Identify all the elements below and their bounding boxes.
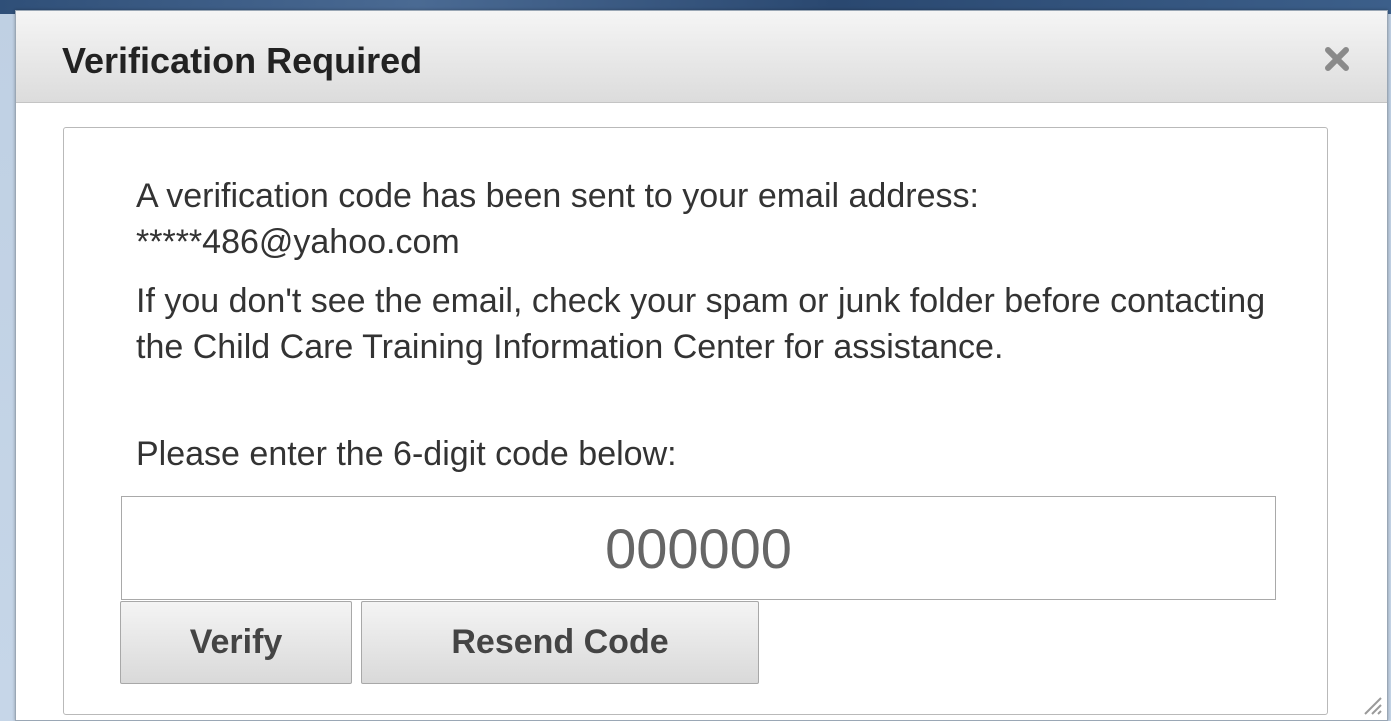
dialog-titlebar: Verification Required (16, 11, 1387, 103)
spam-message: If you don't see the email, check your s… (136, 282, 1266, 366)
dialog-content: A verification code has been sent to you… (63, 127, 1328, 715)
close-icon (1325, 47, 1349, 71)
verification-dialog: Verification Required A verification cod… (15, 10, 1388, 721)
code-prompt: Please enter the 6-digit code below: (136, 435, 677, 473)
verification-code-input[interactable] (121, 496, 1276, 600)
resend-code-button[interactable]: Resend Code (361, 601, 759, 684)
close-button[interactable] (1317, 39, 1357, 79)
sent-message: A verification code has been sent to you… (136, 177, 979, 261)
resize-grip-icon[interactable] (1357, 690, 1383, 716)
verify-button[interactable]: Verify (120, 601, 352, 684)
dialog-title: Verification Required (62, 40, 423, 81)
